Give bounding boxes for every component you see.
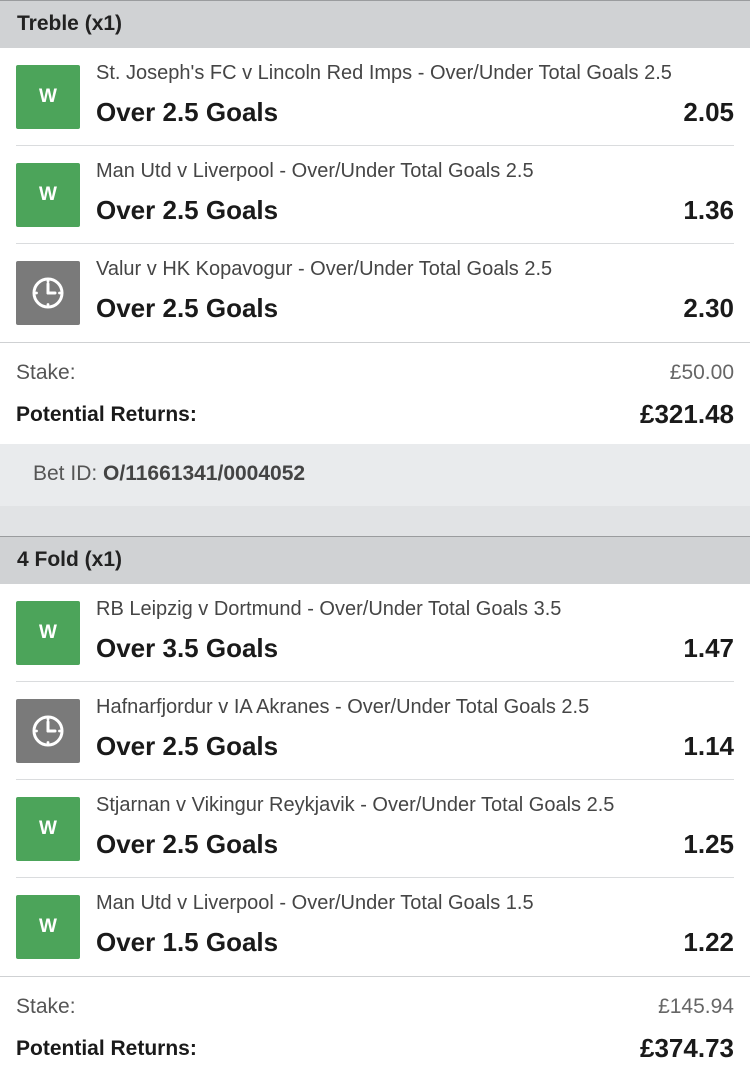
selection-event: Hafnarfjordur v IA Akranes - Over/Under … <box>96 696 590 718</box>
won-badge: W <box>16 65 80 129</box>
clock-icon <box>16 699 80 763</box>
selection-odds: 1.47 <box>683 633 734 663</box>
won-badge: W <box>16 895 80 959</box>
selection-row[interactable]: Hafnarfjordur v IA Akranes - Over/Under … <box>16 682 734 780</box>
selection-odds: 2.05 <box>683 97 734 127</box>
selection-odds: 1.14 <box>683 731 734 761</box>
bet-totals: Stake: £50.00 Potential Returns: £321.48 <box>0 342 750 444</box>
clock-icon <box>16 261 80 325</box>
selection-market: Over 2.5 Goals <box>96 731 279 761</box>
selection-row[interactable]: W Man Utd v Liverpool - Over/Under Total… <box>16 146 734 244</box>
selection-market: Over 2.5 Goals <box>96 195 279 225</box>
won-badge: W <box>16 163 80 227</box>
selection-event: Stjarnan v Vikingur Reykjavik - Over/Und… <box>96 794 615 816</box>
selection-market: Over 2.5 Goals <box>96 829 279 859</box>
selection-event: RB Leipzig v Dortmund - Over/Under Total… <box>96 598 562 620</box>
selection-row[interactable]: W Man Utd v Liverpool - Over/Under Total… <box>16 878 734 976</box>
selection-event: Man Utd v Liverpool - Over/Under Total G… <box>96 892 534 914</box>
stake-label: Stake: <box>16 995 76 1018</box>
selection-event: Valur v HK Kopavogur - Over/Under Total … <box>96 258 553 280</box>
selection-odds: 1.25 <box>683 829 734 859</box>
selection-odds: 2.30 <box>683 293 734 323</box>
selection-odds: 1.36 <box>683 195 734 225</box>
selection-market: Over 3.5 Goals <box>96 633 279 663</box>
potential-returns-label: Potential Returns: <box>16 1037 197 1060</box>
selection-event: Man Utd v Liverpool - Over/Under Total G… <box>96 160 534 182</box>
bet-header-4-fold: 4 Fold (x1) <box>0 536 750 584</box>
selection-row[interactable]: W Stjarnan v Vikingur Reykjavik - Over/U… <box>16 780 734 878</box>
potential-returns-value: £321.48 <box>640 399 734 429</box>
won-badge: W <box>16 601 80 665</box>
bet-id: Bet ID: O/11661341/0004052 <box>0 444 750 506</box>
potential-returns-value: £374.73 <box>640 1033 734 1063</box>
potential-returns-label: Potential Returns: <box>16 403 197 426</box>
bet-id-label: Bet ID: <box>33 462 98 485</box>
bet-card-treble: W St. Joseph's FC v Lincoln Red Imps - O… <box>0 48 750 444</box>
bet-header-treble: Treble (x1) <box>0 0 750 48</box>
won-badge: W <box>16 797 80 861</box>
selection-market: Over 2.5 Goals <box>96 97 279 127</box>
selection-event: St. Joseph's FC v Lincoln Red Imps - Ove… <box>96 62 672 84</box>
selection-market: Over 2.5 Goals <box>96 293 279 323</box>
bet-id-value: O/11661341/0004052 <box>103 462 306 485</box>
stake-label: Stake: <box>16 361 76 384</box>
selection-market: Over 1.5 Goals <box>96 927 279 957</box>
stake-value: £50.00 <box>669 361 734 384</box>
selection-row[interactable]: W RB Leipzig v Dortmund - Over/Under Tot… <box>16 584 734 682</box>
selection-row[interactable]: W St. Joseph's FC v Lincoln Red Imps - O… <box>16 48 734 146</box>
bet-totals: Stake: £145.94 Potential Returns: £374.7… <box>0 976 750 1082</box>
bet-card-4-fold: W RB Leipzig v Dortmund - Over/Under Tot… <box>0 584 750 1082</box>
selection-odds: 1.22 <box>683 927 734 957</box>
section-divider <box>0 506 750 536</box>
selection-row[interactable]: Valur v HK Kopavogur - Over/Under Total … <box>16 244 734 342</box>
stake-value: £145.94 <box>658 995 734 1018</box>
